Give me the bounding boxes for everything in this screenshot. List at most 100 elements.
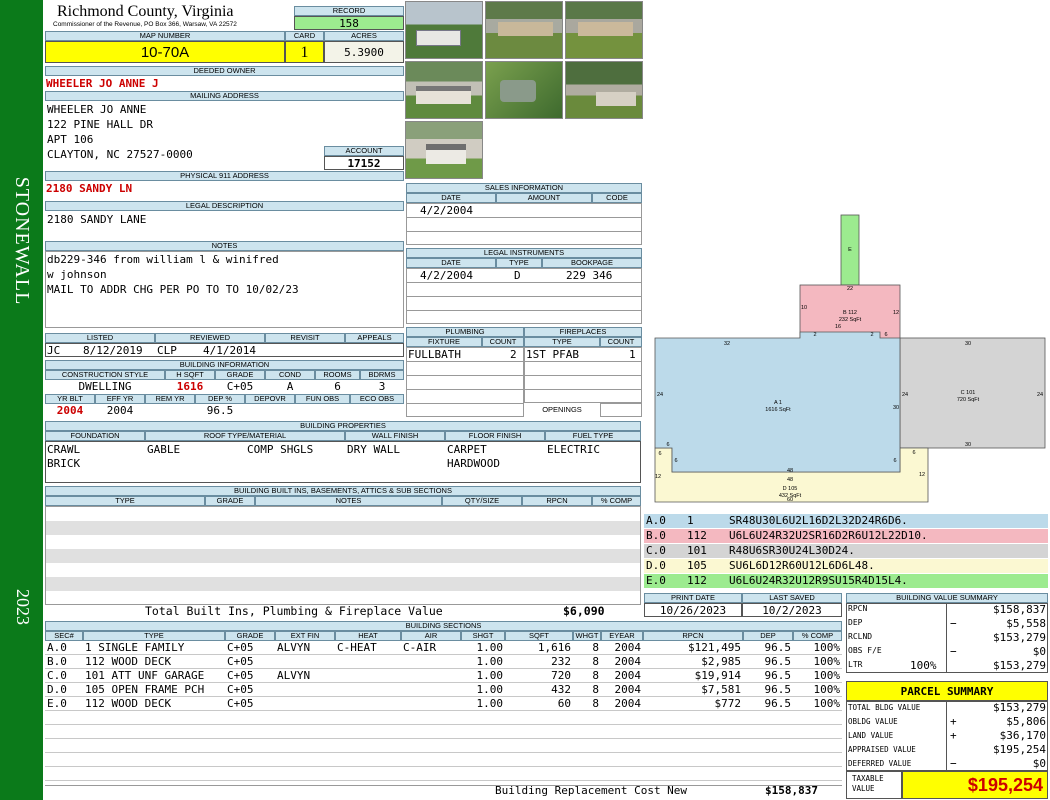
section-col-header: % COMP <box>793 631 842 641</box>
table-cell: 2004 <box>614 641 642 654</box>
property-photo-1 <box>405 1 483 59</box>
section-col-header: TYPE <box>83 631 225 641</box>
bi-h-dep: DEP % <box>195 394 245 404</box>
property-photo-7 <box>405 121 483 179</box>
table-row <box>45 753 842 767</box>
sketch-dim: 10 <box>801 305 807 311</box>
sketch-dim: 30 <box>893 405 899 411</box>
vector-code: 1 <box>687 514 694 527</box>
table-cell: $772 <box>714 697 742 710</box>
section-col-header: GRADE <box>225 631 275 641</box>
bi-h-funobs: FUN OBS <box>295 394 350 404</box>
instrument-date: 4/2/2004 <box>420 269 473 282</box>
plumbing-title: PLUMBING <box>406 327 524 337</box>
property-photo-3 <box>565 1 643 59</box>
sales-date: 4/2/2004 <box>420 204 473 217</box>
sketch-dim: 24 <box>902 392 908 398</box>
vs-rpcn-label: RPCN <box>848 604 868 613</box>
table-cell: 1.00 <box>476 683 504 696</box>
vector-path: SR48U30L6U2L16D2L32D24R6D6. <box>729 514 908 527</box>
openings-box <box>600 403 642 417</box>
vs-divider <box>946 603 947 673</box>
sketch-dim: 16 <box>835 324 841 330</box>
sketch-dim: 48 <box>787 477 793 483</box>
table-cell: 232 <box>551 655 571 668</box>
notes-box <box>45 251 404 328</box>
taxable-value: $195,254 <box>902 771 1048 799</box>
sales-h-code: CODE <box>592 193 642 203</box>
brcn-label: Building Replacement Cost New <box>495 784 688 797</box>
vs-ltr-pct: 100% <box>910 659 937 672</box>
table-cell: 8 <box>592 697 599 710</box>
brcn-value: $158,837 <box>765 784 818 797</box>
last-saved: 10/2/2023 <box>742 603 842 617</box>
vector-sec: B.0 <box>646 529 666 542</box>
table-cell: ALVYN <box>277 669 311 682</box>
section-col-header: HEAT <box>335 631 401 641</box>
table-cell: 8 <box>592 655 599 668</box>
parcel-tbv-label: TOTAL BLDG VALUE <box>848 703 921 712</box>
parcel-land: $36,170 <box>999 729 1046 742</box>
sales-title: SALES INFORMATION <box>406 183 642 193</box>
bi-grade: C+05 <box>226 380 254 393</box>
vector-row: D.0 105 SU6L6D12R60U12L6D6L48. <box>644 559 1048 573</box>
table-cell: $2,985 <box>701 655 741 668</box>
bi-bdrms: 3 <box>378 380 386 393</box>
table-cell: 112 WOOD DECK <box>85 697 172 710</box>
vector-sec: C.0 <box>646 544 666 557</box>
parcel-divider <box>946 701 947 771</box>
table-cell: 2004 <box>614 669 642 682</box>
inst-h-bookpage: BOOKPAGE <box>542 258 642 268</box>
bi-h-yrblt: YR BLT <box>45 394 95 404</box>
table-cell: $19,914 <box>694 669 741 682</box>
bi-h-rooms: ROOMS <box>315 370 360 380</box>
sketch-dim: 30 <box>965 341 971 347</box>
builtins-total: $6,090 <box>563 604 605 618</box>
table-cell: 96.5 <box>764 669 792 682</box>
table-cell: 100% <box>813 655 841 668</box>
builtins-grid <box>45 506 641 605</box>
fire-h-type: TYPE <box>524 337 600 347</box>
table-cell: 8 <box>592 669 599 682</box>
sketch-dim: 48 <box>787 468 793 474</box>
sketch-label-c: C 101 <box>961 390 976 396</box>
table-cell: 100% <box>813 697 841 710</box>
property-photo-4 <box>405 61 483 119</box>
table-cell: C+05 <box>227 655 254 668</box>
table-cell: 2004 <box>614 683 642 696</box>
record-value: 158 <box>294 16 404 30</box>
sketch-dim: 32 <box>724 341 730 347</box>
vector-code: 101 <box>687 544 707 557</box>
instruments-title: LEGAL INSTRUMENTS <box>406 248 642 258</box>
vector-path: SU6L6D12R60U12L6D6L48. <box>729 559 875 572</box>
table-cell: 2004 <box>614 697 642 710</box>
sketch-label-d: D 105 <box>783 486 798 492</box>
property-photo-5 <box>485 61 563 119</box>
deeded-owner-label: DEEDED OWNER <box>45 66 404 76</box>
bi-h-depovr: DEPOVR <box>245 394 295 404</box>
table-cell: C+05 <box>227 697 254 710</box>
inst-h-type: TYPE <box>496 258 542 268</box>
plumbing-count: 2 <box>510 348 517 361</box>
plumb-h-fixture: FIXTURE <box>406 337 482 347</box>
vs-ltr-label: LTR <box>848 660 863 669</box>
bp-h-wall: WALL FINISH <box>345 431 445 441</box>
table-cell: 96.5 <box>764 697 792 710</box>
vector-sec: D.0 <box>646 559 666 572</box>
table-cell: 8 <box>592 683 599 696</box>
vs-dep: $5,558 <box>1006 617 1046 630</box>
listed-label: LISTED <box>45 333 155 343</box>
sections-body: A.0 1 SINGLE FAMILY C+05 ALVYN C-HEAT C-AIR 1.… <box>45 641 842 786</box>
vector-path: R48U6SR30U24L30D24. <box>729 544 855 557</box>
builtins-title: BUILDING BUILT INS, BASEMENTS, ATTICS & … <box>45 486 641 496</box>
appeals-label: APPEALS <box>345 333 404 343</box>
sketch-dim: 6 <box>912 450 915 456</box>
vs-ltr: $153,279 <box>993 659 1046 672</box>
sketch-sqft-c: 720 SqFt <box>957 397 980 403</box>
district-name: STONEWALL <box>11 176 33 306</box>
vs-rclnd: $153,279 <box>993 631 1046 644</box>
table-cell: 1.00 <box>476 641 504 654</box>
floor-finish-1: CARPET <box>447 443 487 456</box>
sections-header: SEC# TYPE GRADE EXT FIN HEAT AIR SHGT SQFT WHGT E… <box>45 631 842 641</box>
foundation-1: CRAWL <box>47 443 81 456</box>
